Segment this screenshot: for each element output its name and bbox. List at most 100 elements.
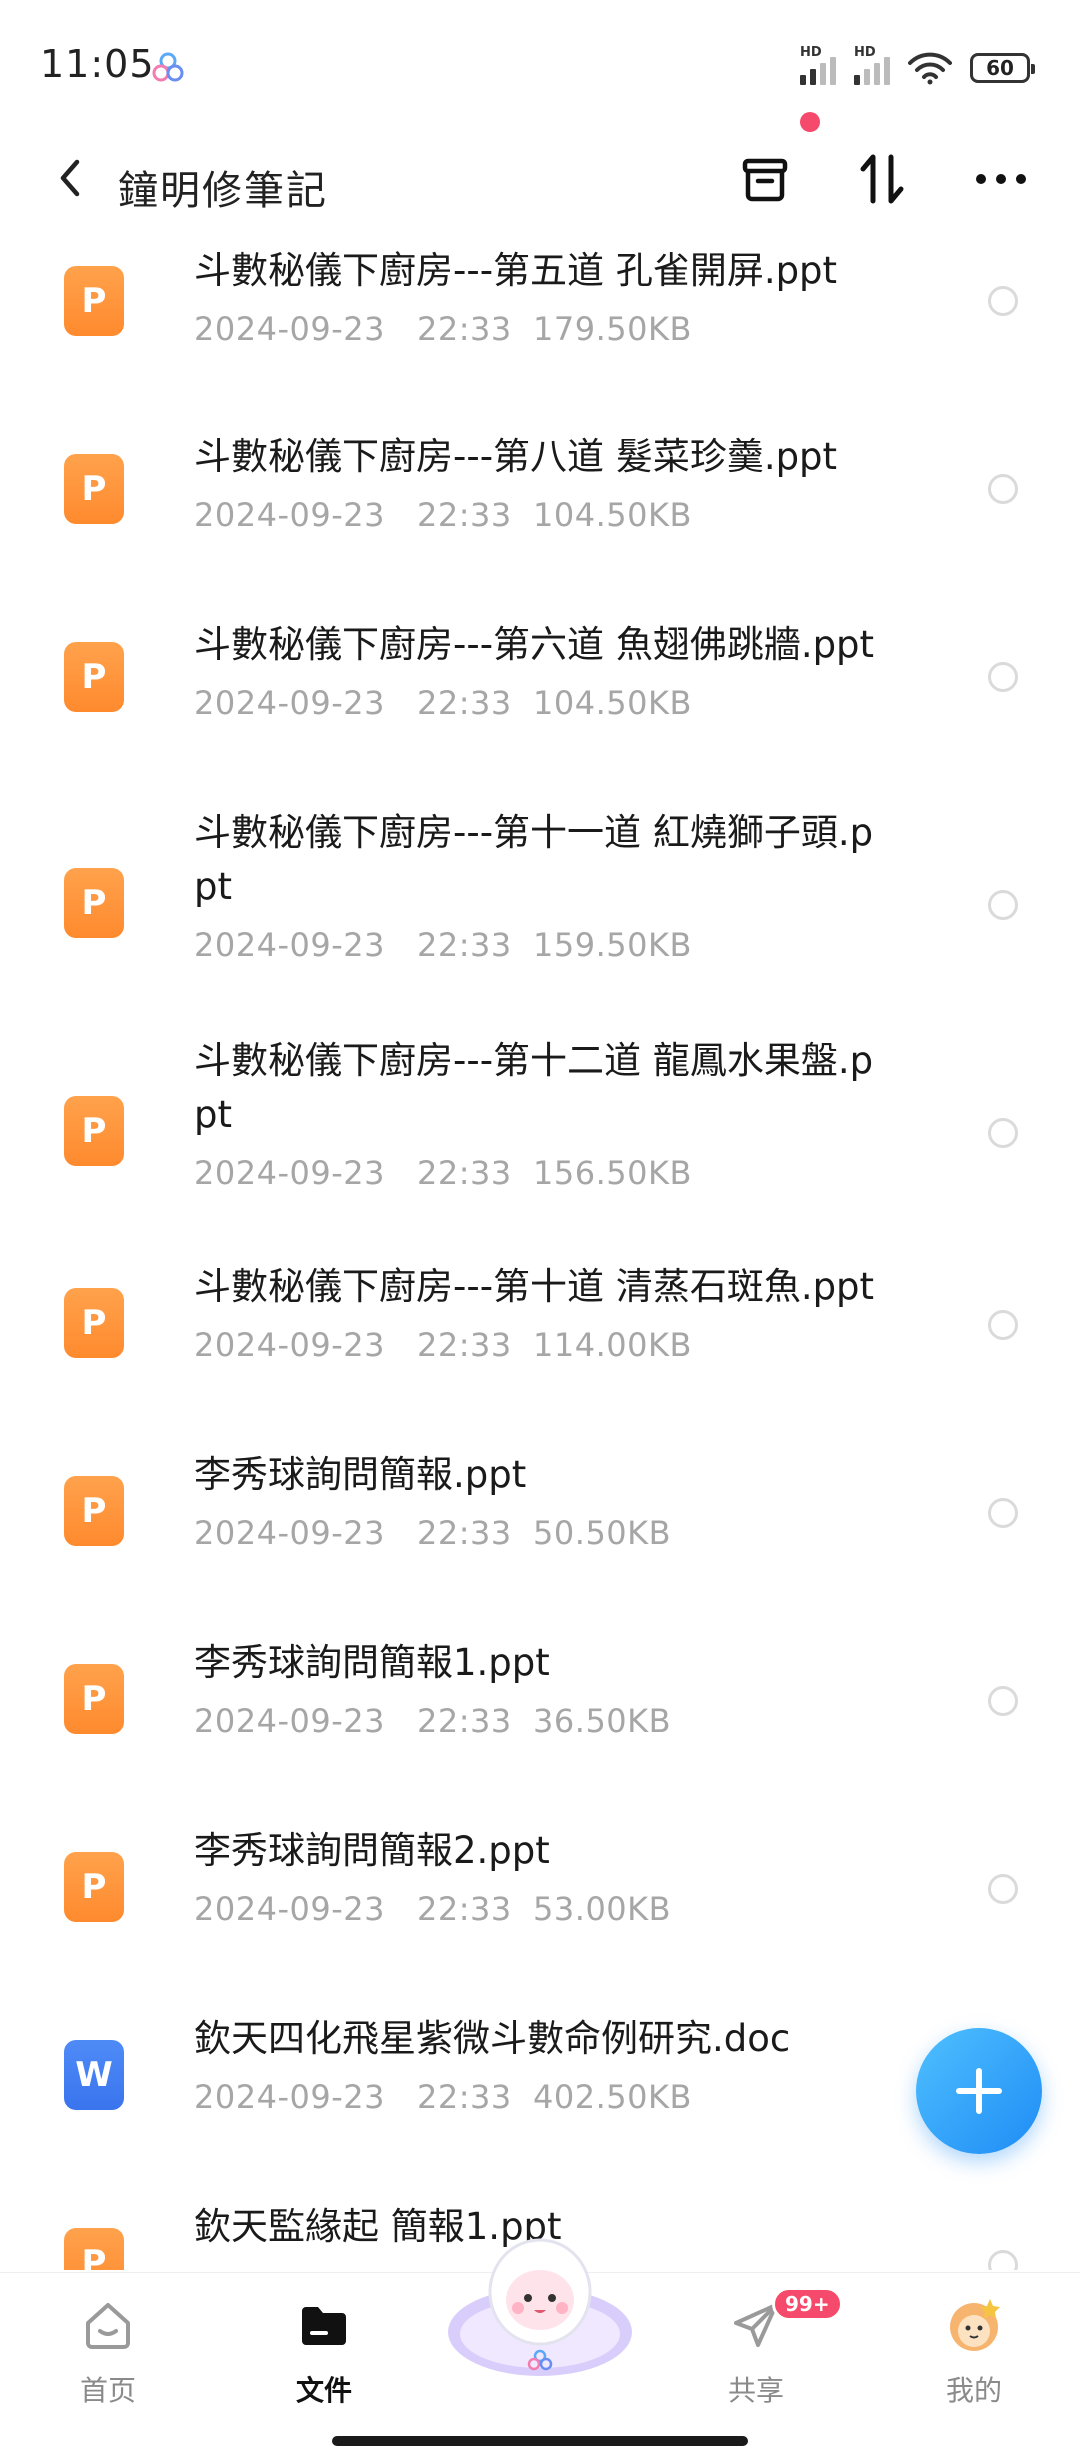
file-time: 22:33 [416,1514,512,1552]
file-name: 斗數秘儀下廚房---第六道 魚翅佛跳牆.ppt [194,623,875,666]
file-row[interactable]: P 斗數秘儀下廚房---第五道 孔雀開屏.ppt 2024-09-23 22:3… [0,230,1080,416]
file-name: 李秀球詢問簡報1.ppt [194,1641,550,1684]
share-badge: 99+ [772,2287,843,2321]
select-radio[interactable] [988,662,1018,692]
file-size: 50.50KB [533,1514,672,1552]
ppt-file-icon: P [64,266,124,336]
ppt-file-icon: P [64,1476,124,1546]
file-name: 李秀球詢問簡報2.ppt [194,1829,550,1872]
file-date: 2024-09-23 [194,1154,385,1192]
ppt-file-icon: P [64,1288,124,1358]
file-row[interactable]: P 斗數秘儀下廚房---第六道 魚翅佛跳牆.ppt 2024-09-23 22:… [0,604,1080,792]
file-row[interactable]: P 斗數秘儀下廚房---第十道 清蒸石斑魚.ppt 2024-09-23 22:… [0,1246,1080,1434]
ppt-file-icon: P [64,1664,124,1734]
file-size: 402.50KB [533,2078,692,2116]
ppt-file-icon: P [64,1852,124,1922]
sort-icon [860,154,904,204]
plus-icon [956,2068,1002,2114]
select-radio[interactable] [988,286,1018,316]
battery-indicator: 60 [970,53,1035,83]
more-button[interactable] [966,144,1036,214]
folder-icon [292,2293,356,2357]
select-radio[interactable] [988,1498,1018,1528]
select-radio[interactable] [988,474,1018,504]
back-button[interactable] [40,148,100,208]
file-meta: 2024-09-23 22:33 53.00KB [194,1890,671,1928]
file-size: 36.50KB [533,1702,672,1740]
mascot-icon [448,2238,632,2376]
file-date: 2024-09-23 [194,496,385,534]
status-time: 11:05 [40,42,155,86]
file-size: 159.50KB [533,926,692,964]
file-meta: 2024-09-23 22:33 104.50KB [194,496,692,534]
file-size: 104.50KB [533,684,692,722]
archive-button[interactable] [730,144,800,214]
nav-home[interactable]: 首页 [38,2287,178,2427]
file-row[interactable]: P 李秀球詢問簡報2.ppt 2024-09-23 22:33 53.00KB [0,1810,1080,1998]
file-name: 斗數秘儀下廚房---第五道 孔雀開屏.ppt [194,249,838,292]
doc-file-icon: W [64,2040,124,2110]
notification-dot [800,112,820,132]
file-date: 2024-09-23 [194,684,385,722]
file-date: 2024-09-23 [194,2078,385,2116]
top-app-bar: 鐘明修筆記 [0,130,1080,230]
nav-files-label: 文件 [295,2374,352,2407]
ppt-file-icon: P [64,2228,124,2270]
select-radio[interactable] [988,1118,1018,1148]
cell-signal-2-icon: HD [854,45,890,85]
nav-share[interactable]: 共享 99+ [686,2287,843,2427]
ppt-file-icon: P [64,454,124,524]
file-row[interactable]: P 斗數秘儀下廚房---第八道 髮菜珍羹.ppt 2024-09-23 22:3… [0,416,1080,604]
file-size: 156.50KB [533,1154,692,1192]
file-name: 李秀球詢問簡報.ppt [194,1453,527,1496]
file-date: 2024-09-23 [194,926,385,964]
file-time: 22:33 [416,1326,512,1364]
avatar-icon [942,2293,1006,2357]
file-time: 22:33 [416,496,512,534]
chevron-left-icon [60,159,80,197]
nav-mine-label: 我的 [945,2374,1002,2407]
file-time: 22:33 [416,310,512,348]
file-name: 斗數秘儀下廚房---第十道 清蒸石斑魚.ppt [194,1265,875,1308]
home-indicator [332,2436,748,2446]
status-icons: HD HD 60 [800,45,1035,88]
select-radio[interactable] [988,1310,1018,1340]
file-meta: 2024-09-23 22:33 156.50KB [194,1154,692,1192]
ppt-file-icon: P [64,868,124,938]
file-time: 22:33 [416,2078,512,2116]
file-list: P 斗數秘儀下廚房---第五道 孔雀開屏.ppt 2024-09-23 22:3… [0,230,1080,2270]
sort-button[interactable] [848,144,918,214]
file-name: 欽天四化飛星紫微斗數命例研究.doc [194,2017,791,2060]
assistant-mascot-button[interactable] [440,2222,640,2382]
wifi-icon [908,52,952,85]
file-date: 2024-09-23 [194,1514,385,1552]
file-row[interactable]: P 斗數秘儀下廚房---第十二道 龍鳳水果盤.ppt 2024-09-23 22… [0,1020,1080,1246]
file-meta: 2024-09-23 22:33 114.00KB [194,1326,692,1364]
file-row[interactable]: P 李秀球詢問簡報.ppt 2024-09-23 22:33 50.50KB [0,1434,1080,1622]
nav-share-label: 共享 [727,2374,784,2407]
file-size: 179.50KB [533,310,692,348]
nav-mine[interactable]: 我的 [904,2287,1044,2427]
file-meta: 2024-09-23 22:33 179.50KB [194,310,692,348]
file-name: 斗數秘儀下廚房---第十二道 龍鳳水果盤.ppt [194,1039,874,1136]
ppt-file-icon: P [64,1096,124,1166]
file-name: 斗數秘儀下廚房---第十一道 紅燒獅子頭.ppt [194,811,874,908]
home-icon [76,2293,140,2357]
file-time: 22:33 [416,1890,512,1928]
more-icon [976,174,1026,184]
nav-files[interactable]: 文件 [254,2287,394,2427]
file-time: 22:33 [416,1702,512,1740]
select-radio[interactable] [988,2250,1018,2270]
select-radio[interactable] [988,890,1018,920]
file-row[interactable]: P 斗數秘儀下廚房---第十一道 紅燒獅子頭.ppt 2024-09-23 22… [0,792,1080,1020]
app-logo-icon [152,52,184,82]
file-date: 2024-09-23 [194,1702,385,1740]
file-time: 22:33 [416,926,512,964]
select-radio[interactable] [988,1686,1018,1716]
file-size: 114.00KB [533,1326,692,1364]
file-time: 22:33 [416,684,512,722]
add-button[interactable] [916,2028,1042,2154]
select-radio[interactable] [988,1874,1018,1904]
file-row[interactable]: P 李秀球詢問簡報1.ppt 2024-09-23 22:33 36.50KB [0,1622,1080,1810]
file-meta: 2024-09-23 22:33 402.50KB [194,2078,692,2116]
